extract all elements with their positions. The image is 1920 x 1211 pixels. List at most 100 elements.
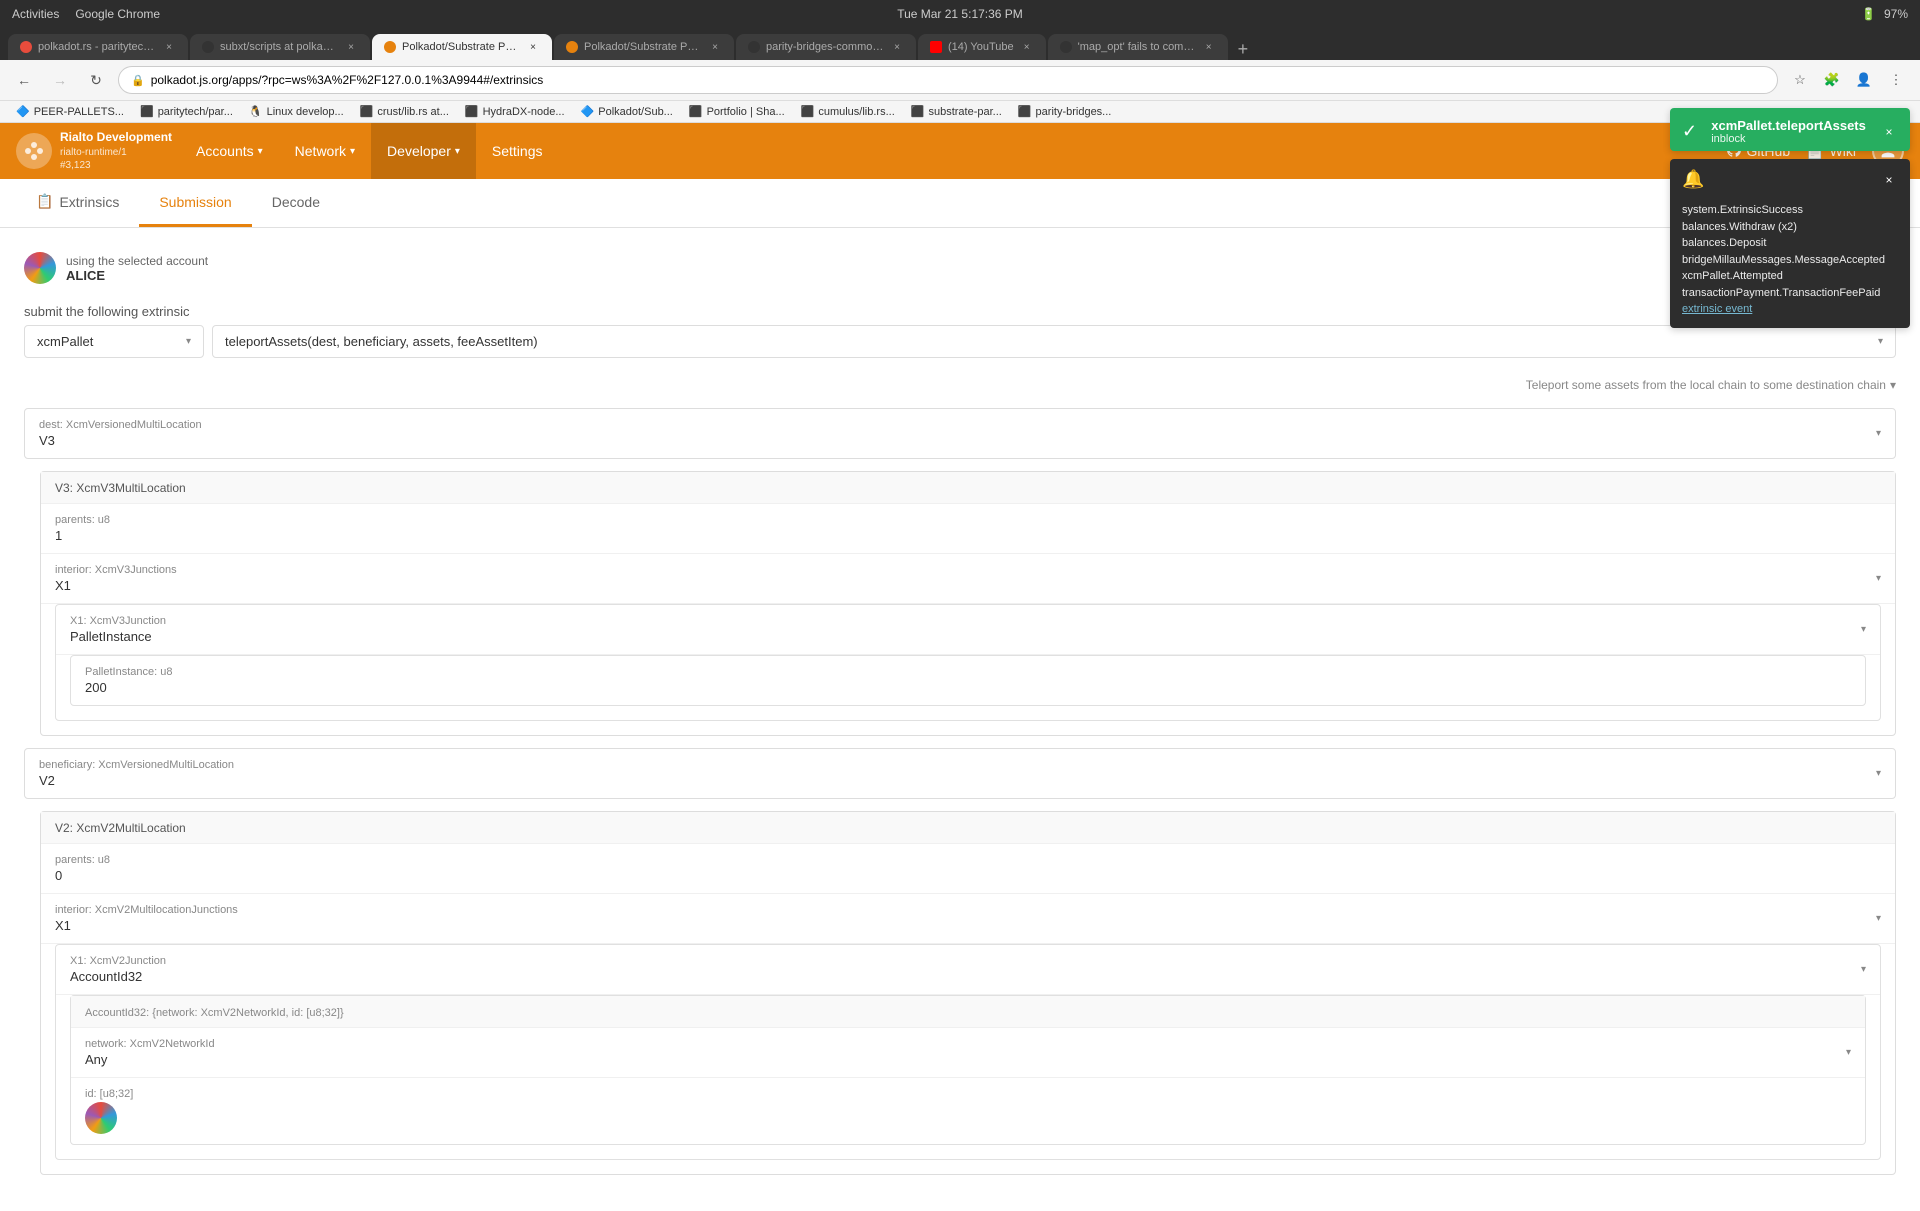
v2-type-header: V2: XcmV2MultiLocation (41, 812, 1895, 844)
account-id32-label: AccountId32: {network: XcmV2NetworkId, i… (85, 1007, 344, 1019)
pallet-instance-info: PalletInstance: u8 200 (85, 666, 172, 695)
ben-interior-row[interactable]: interior: XcmV2MultilocationJunctions X1… (41, 894, 1895, 944)
new-tab-button[interactable]: + (1230, 39, 1257, 60)
tab-close-4[interactable]: × (708, 40, 722, 54)
browser-tab-5[interactable]: parity-bridges-common/... × (736, 34, 916, 60)
ben-x1-row[interactable]: X1: XcmV2Junction AccountId32 ▾ (56, 945, 1880, 995)
x1-info: X1: XcmV3Junction PalletInstance (70, 615, 166, 644)
nav-bar: ← → ↻ 🔒 ☆ 🧩 👤 ⋮ (0, 60, 1920, 101)
tab-extrinsics[interactable]: 📋 Extrinsics (16, 179, 139, 227)
tab-close-7[interactable]: × (1202, 40, 1216, 54)
beneficiary-param-value: V2 (39, 773, 234, 788)
browser-chrome: polkadot.rs - paritytech/p... × subxt/sc… (0, 28, 1920, 123)
tab-close-2[interactable]: × (344, 40, 358, 54)
tab-decode[interactable]: Decode (252, 180, 340, 227)
bookmarks-bar: 🔷 PEER-PALLETS... ⬛ paritytech/par... 🐧 … (0, 101, 1920, 123)
logo-text-block: Rialto Development rialto-runtime/1 #3,1… (60, 130, 172, 172)
tab-submission[interactable]: Submission (139, 180, 251, 227)
method-select[interactable]: teleportAssets(dest, beneficiary, assets… (212, 325, 1896, 358)
bookmark-star-button[interactable]: ☆ (1786, 66, 1814, 94)
ben-interior-label: interior: XcmV2MultilocationJunctions (55, 904, 238, 916)
x1-chevron-icon: ▾ (1861, 624, 1866, 635)
notification-success-close[interactable]: × (1880, 123, 1898, 141)
extrinsic-event-link[interactable]: extrinsic event (1682, 301, 1898, 318)
v2-multilocation-block: V2: XcmV2MultiLocation parents: u8 0 int… (40, 811, 1896, 1175)
beneficiary-header-row[interactable]: beneficiary: XcmVersionedMultiLocation V… (25, 749, 1895, 798)
nav-item-accounts[interactable]: Accounts ▾ (180, 123, 279, 179)
url-input[interactable] (151, 73, 1765, 87)
bookmark-icon-1: 🔷 (16, 105, 30, 118)
pallet-select[interactable]: xcmPallet ▾ (24, 325, 204, 358)
account-label: using the selected account (66, 254, 208, 268)
ben-parents-value: 0 (55, 868, 110, 883)
app-header: Rialto Development rialto-runtime/1 #3,1… (0, 123, 1920, 179)
menu-button[interactable]: ⋮ (1882, 66, 1910, 94)
id-value (85, 1102, 133, 1134)
address-bar[interactable]: 🔒 (118, 66, 1778, 94)
network-label: network: XcmV2NetworkId (85, 1038, 215, 1050)
back-button[interactable]: ← (10, 66, 38, 94)
dest-param-value: V3 (39, 433, 202, 448)
v3-type-label: V3: XcmV3MultiLocation (55, 481, 186, 495)
id-avatar (85, 1102, 117, 1134)
bookmark-1[interactable]: 🔷 PEER-PALLETS... (10, 103, 130, 120)
interior-chevron-icon: ▾ (1876, 573, 1881, 584)
nav-item-settings[interactable]: Settings (476, 123, 559, 179)
nav-settings-label: Settings (492, 143, 543, 159)
bookmark-icon-8: ⬛ (801, 105, 815, 118)
tab-close-1[interactable]: × (162, 40, 176, 54)
notification-success-subtitle: inblock (1711, 133, 1866, 145)
notification-info-header: 🔔 × (1670, 159, 1910, 196)
bookmark-9[interactable]: ⬛ substrate-par... (905, 103, 1008, 120)
x1-row[interactable]: X1: XcmV3Junction PalletInstance ▾ (56, 605, 1880, 655)
browser-tab-4[interactable]: Polkadot/Substrate Port... × (554, 34, 734, 60)
tab-favicon-2 (202, 41, 214, 53)
profile-button[interactable]: 👤 (1850, 66, 1878, 94)
bookmark-icon-7: ⬛ (689, 105, 703, 118)
bookmark-2[interactable]: ⬛ paritytech/par... (134, 103, 239, 120)
bookmark-4[interactable]: ⬛ crust/lib.rs at... (354, 103, 455, 120)
dest-param-block: dest: XcmVersionedMultiLocation V3 ▾ (24, 408, 1896, 459)
account-name: ALICE (66, 268, 208, 283)
browser-tab-7[interactable]: 'map_opt' fails to compl... × (1048, 34, 1228, 60)
notification-info-close[interactable]: × (1880, 171, 1898, 189)
extensions-button[interactable]: 🧩 (1818, 66, 1846, 94)
bookmark-icon-3: 🐧 (249, 105, 263, 118)
reload-button[interactable]: ↻ (82, 66, 110, 94)
bookmark-icon-9: ⬛ (911, 105, 925, 118)
forward-button[interactable]: → (46, 66, 74, 94)
bookmark-5[interactable]: ⬛ HydraDX-node... (459, 103, 571, 120)
dest-header-row[interactable]: dest: XcmVersionedMultiLocation V3 ▾ (25, 409, 1895, 458)
bookmark-3[interactable]: 🐧 Linux develop... (243, 103, 350, 120)
nav-item-developer[interactable]: Developer ▾ (371, 123, 476, 179)
ben-x1-nested-block: X1: XcmV2Junction AccountId32 ▾ AccountI… (55, 944, 1881, 1160)
nav-actions: ☆ 🧩 👤 ⋮ (1786, 66, 1910, 94)
bookmark-10[interactable]: ⬛ parity-bridges... (1012, 103, 1118, 120)
tab-title-3: Polkadot/Substrate Port... (402, 41, 520, 53)
ben-parents-row[interactable]: parents: u8 0 (41, 844, 1895, 894)
bookmark-7[interactable]: ⬛ Portfolio | Sha... (683, 103, 791, 120)
tab-close-3[interactable]: × (526, 40, 540, 54)
app-logo[interactable]: Rialto Development rialto-runtime/1 #3,1… (16, 130, 172, 172)
parents-row[interactable]: parents: u8 1 (41, 504, 1895, 554)
interior-row[interactable]: interior: XcmV3Junctions X1 ▾ (41, 554, 1895, 604)
tab-favicon-7 (1060, 41, 1072, 53)
activities-label[interactable]: Activities (12, 7, 59, 21)
pallet-instance-row[interactable]: PalletInstance: u8 200 (71, 656, 1865, 705)
extrinsic-event-link-text[interactable]: extrinsic event (1682, 303, 1752, 315)
bookmark-6[interactable]: 🔷 Polkadot/Sub... (575, 103, 679, 120)
tab-close-5[interactable]: × (890, 40, 904, 54)
browser-tab-3[interactable]: Polkadot/Substrate Port... × (372, 34, 552, 60)
nav-item-network[interactable]: Network ▾ (279, 123, 371, 179)
hint-chevron-icon: ▾ (1890, 378, 1896, 392)
tab-close-6[interactable]: × (1020, 40, 1034, 54)
id-row[interactable]: id: [u8;32] (71, 1078, 1865, 1144)
beneficiary-param-label: beneficiary: XcmVersionedMultiLocation (39, 759, 234, 771)
developer-chevron-icon: ▾ (455, 146, 460, 157)
bookmark-8[interactable]: ⬛ cumulus/lib.rs... (795, 103, 901, 120)
network-row[interactable]: network: XcmV2NetworkId Any ▾ (71, 1028, 1865, 1078)
browser-tab-2[interactable]: subxt/scripts at polkado... × (190, 34, 370, 60)
browser-tab-6[interactable]: (14) YouTube × (918, 34, 1046, 60)
browser-tab-1[interactable]: polkadot.rs - paritytech/p... × (8, 34, 188, 60)
ben-x1-info: X1: XcmV2Junction AccountId32 (70, 955, 166, 984)
